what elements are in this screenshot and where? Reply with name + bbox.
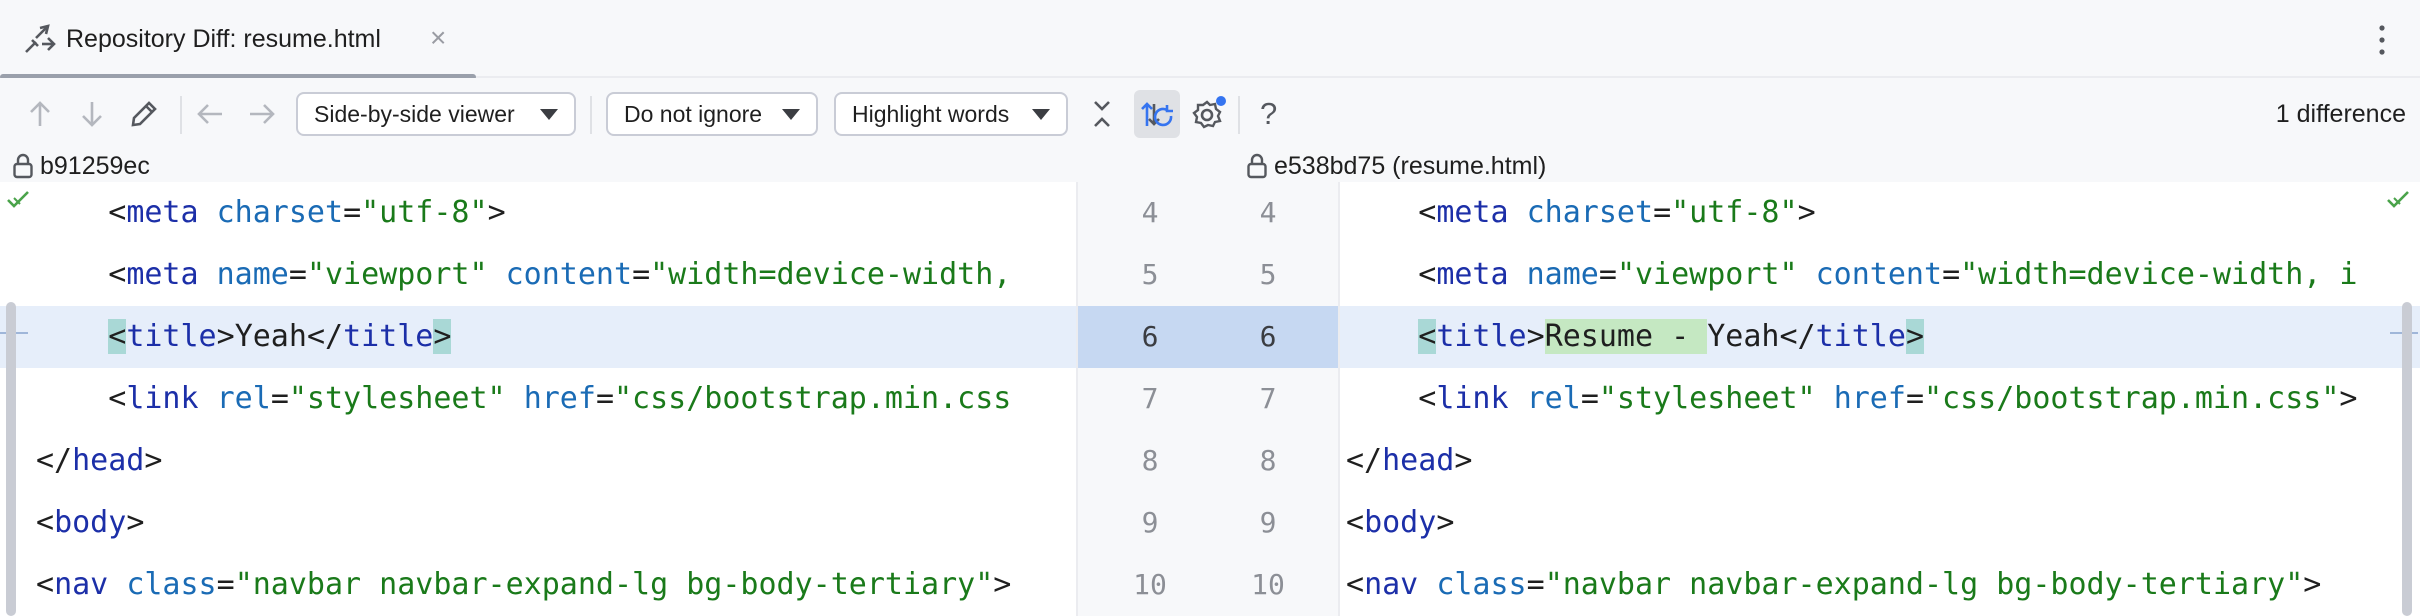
- code-line: </head>: [36, 443, 163, 478]
- chevron-down-icon: [1032, 109, 1050, 120]
- code-line: <nav class="navbar navbar-expand-lg bg-b…: [36, 567, 1012, 602]
- lock-icon: [1247, 153, 1267, 179]
- line-number-gutter: 4 5 6 7 8 9 10 4 5 6 7 8 9 10: [1076, 182, 1340, 616]
- changed-code-line: <title>Resume - Yeah</title>: [1340, 306, 2420, 368]
- code-line: <link rel="stylesheet" href="css/bootstr…: [108, 381, 1012, 416]
- sync-scroll-icon[interactable]: [1137, 94, 1177, 134]
- more-options-icon[interactable]: [2372, 20, 2392, 60]
- tab-close-button[interactable]: ×: [430, 21, 446, 55]
- code-line: <body>: [1346, 505, 1455, 540]
- arrow-down-icon[interactable]: [72, 94, 112, 134]
- settings-icon[interactable]: [1188, 94, 1228, 134]
- code-line: <nav class="navbar navbar-expand-lg bg-b…: [1346, 567, 2322, 602]
- highlight-mode-select[interactable]: Highlight words: [834, 92, 1068, 136]
- left-line-number: 5: [1141, 258, 1159, 291]
- code-line: </head>: [1346, 443, 1473, 478]
- code-line: <meta charset="utf-8">: [1418, 195, 1816, 230]
- code-line: <meta name="viewport" content="width=dev…: [108, 257, 1012, 292]
- chevron-down-icon: [782, 109, 800, 120]
- ignore-whitespace-label: Do not ignore: [624, 101, 763, 127]
- code-line: <meta name="viewport" content="width=dev…: [1418, 257, 2358, 292]
- right-scrollbar[interactable]: [2402, 302, 2412, 616]
- right-line-number: 7: [1259, 382, 1277, 415]
- left-revision-label: b91259ec: [40, 152, 150, 180]
- tab-bar: Repository Diff: resume.html ×: [0, 0, 2420, 80]
- toolbar-separator: [180, 96, 182, 134]
- left-line-number: 6: [1141, 320, 1159, 353]
- edit-icon[interactable]: [124, 94, 164, 134]
- inserted-text: Resume -: [1544, 319, 1708, 354]
- changed-line-gutter: [1078, 306, 1338, 368]
- help-icon[interactable]: ?: [1260, 94, 1277, 134]
- chevron-down-icon: [540, 109, 558, 120]
- right-line-number: 5: [1259, 258, 1277, 291]
- diff-toolbar: Side-by-side viewer Do not ignore Highli…: [0, 78, 2420, 150]
- right-line-number: 9: [1259, 506, 1277, 539]
- checkmark-icon: [2387, 191, 2409, 208]
- tab-repository-diff[interactable]: Repository Diff: resume.html ×: [0, 0, 476, 80]
- right-editor-pane[interactable]: <meta charset="utf-8"> <meta name="viewp…: [1340, 182, 2420, 616]
- toolbar-separator: [1238, 96, 1240, 134]
- code-line: <body>: [36, 505, 145, 540]
- lock-icon: [13, 153, 33, 179]
- collapse-icon[interactable]: [1082, 94, 1122, 134]
- revision-header: b91259ec e538bd75 (resume.html): [0, 150, 2420, 182]
- left-scrollbar[interactable]: [6, 302, 16, 616]
- viewer-mode-label: Side-by-side viewer: [314, 101, 515, 127]
- arrow-left-icon[interactable]: [190, 94, 230, 134]
- left-line-number: 9: [1141, 506, 1159, 539]
- right-revision-label: e538bd75 (resume.html): [1274, 152, 1547, 180]
- arrow-up-icon[interactable]: [20, 94, 60, 134]
- ignore-whitespace-select[interactable]: Do not ignore: [606, 92, 818, 136]
- viewer-mode-select[interactable]: Side-by-side viewer: [296, 92, 576, 136]
- tab-title: Repository Diff: resume.html: [66, 25, 381, 53]
- left-line-number: 8: [1141, 444, 1159, 477]
- left-editor-pane[interactable]: <meta charset="utf-8"> <meta name="viewp…: [0, 182, 1076, 616]
- left-line-number: 4: [1141, 196, 1159, 229]
- toolbar-separator: [590, 96, 592, 134]
- left-line-number: 7: [1141, 382, 1159, 415]
- diff-icon: [25, 24, 56, 53]
- arrow-right-icon[interactable]: [242, 94, 282, 134]
- right-line-number: 8: [1259, 444, 1277, 477]
- code-line: <link rel="stylesheet" href="css/bootstr…: [1418, 381, 2358, 416]
- left-line-number: 10: [1133, 568, 1167, 601]
- right-line-number: 4: [1259, 196, 1277, 229]
- changed-code-line: <title>Yeah</title>: [0, 306, 1076, 368]
- right-line-number: 6: [1259, 320, 1277, 353]
- right-line-number: 10: [1251, 568, 1285, 601]
- difference-count: 1 difference: [2275, 100, 2406, 128]
- code-line: <meta charset="utf-8">: [108, 195, 506, 230]
- highlight-mode-label: Highlight words: [852, 101, 1010, 127]
